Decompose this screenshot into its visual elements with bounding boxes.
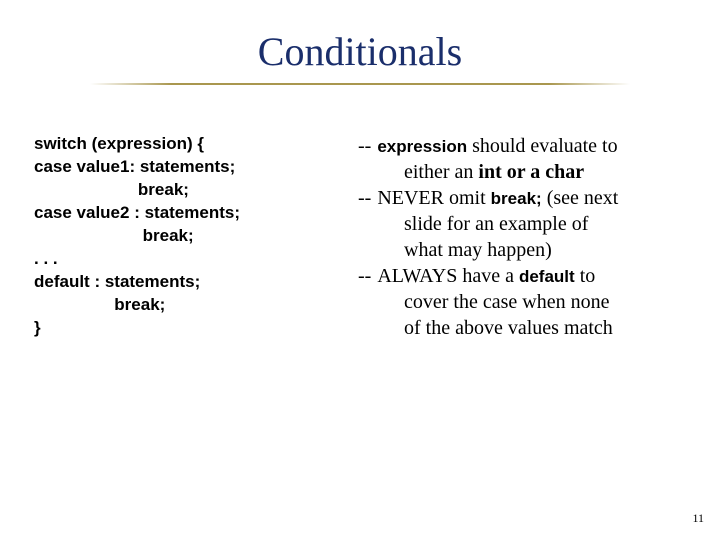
text-frag: (see next (542, 187, 619, 209)
bullet-dash: -- (358, 263, 377, 289)
code-line: case value1: statements; (34, 157, 235, 176)
code-keyword: break; (491, 189, 542, 208)
code-line: break; (34, 226, 194, 245)
note-line: -- ALWAYS have a default to (358, 263, 686, 289)
notes-block: -- expression should evaluate to either … (358, 133, 686, 341)
text-frag: NEVER omit (377, 187, 490, 209)
text-frag: should evaluate to (467, 135, 618, 157)
page-number: 11 (692, 511, 704, 526)
bullet-dash: -- (358, 185, 377, 211)
slide-title: Conditionals (0, 0, 720, 83)
code-line: case value2 : statements; (34, 203, 240, 222)
bullet-dash: -- (358, 133, 377, 159)
note-line: -- expression should evaluate to (358, 133, 686, 159)
code-line: break; (34, 180, 189, 199)
note-cont: cover the case when none (358, 289, 686, 315)
code-line: default : statements; (34, 272, 200, 291)
code-line: switch (expression) { (34, 134, 204, 153)
note-cont: what may happen) (358, 237, 686, 263)
code-line: } (34, 318, 41, 337)
code-keyword: expression (377, 137, 467, 156)
slide: Conditionals switch (expression) { case … (0, 0, 720, 540)
code-keyword: default (519, 267, 575, 286)
text-frag: either an (404, 161, 478, 183)
text-frag: to (575, 265, 596, 287)
note-cont: of the above values match (358, 315, 686, 341)
code-line: . . . (34, 249, 58, 268)
note-cont: either an int or a char (358, 159, 686, 185)
note-text: NEVER omit break; (see next (377, 185, 686, 211)
note-text: ALWAYS have a default to (377, 263, 686, 289)
note-text: expression should evaluate to (377, 133, 686, 159)
text-bold: int or a char (478, 161, 584, 183)
slide-body: switch (expression) { case value1: state… (0, 85, 720, 341)
text-frag: ALWAYS have a (377, 265, 519, 287)
code-block: switch (expression) { case value1: state… (34, 133, 334, 341)
note-line: -- NEVER omit break; (see next (358, 185, 686, 211)
code-line: break; (34, 295, 165, 314)
note-cont: slide for an example of (358, 211, 686, 237)
